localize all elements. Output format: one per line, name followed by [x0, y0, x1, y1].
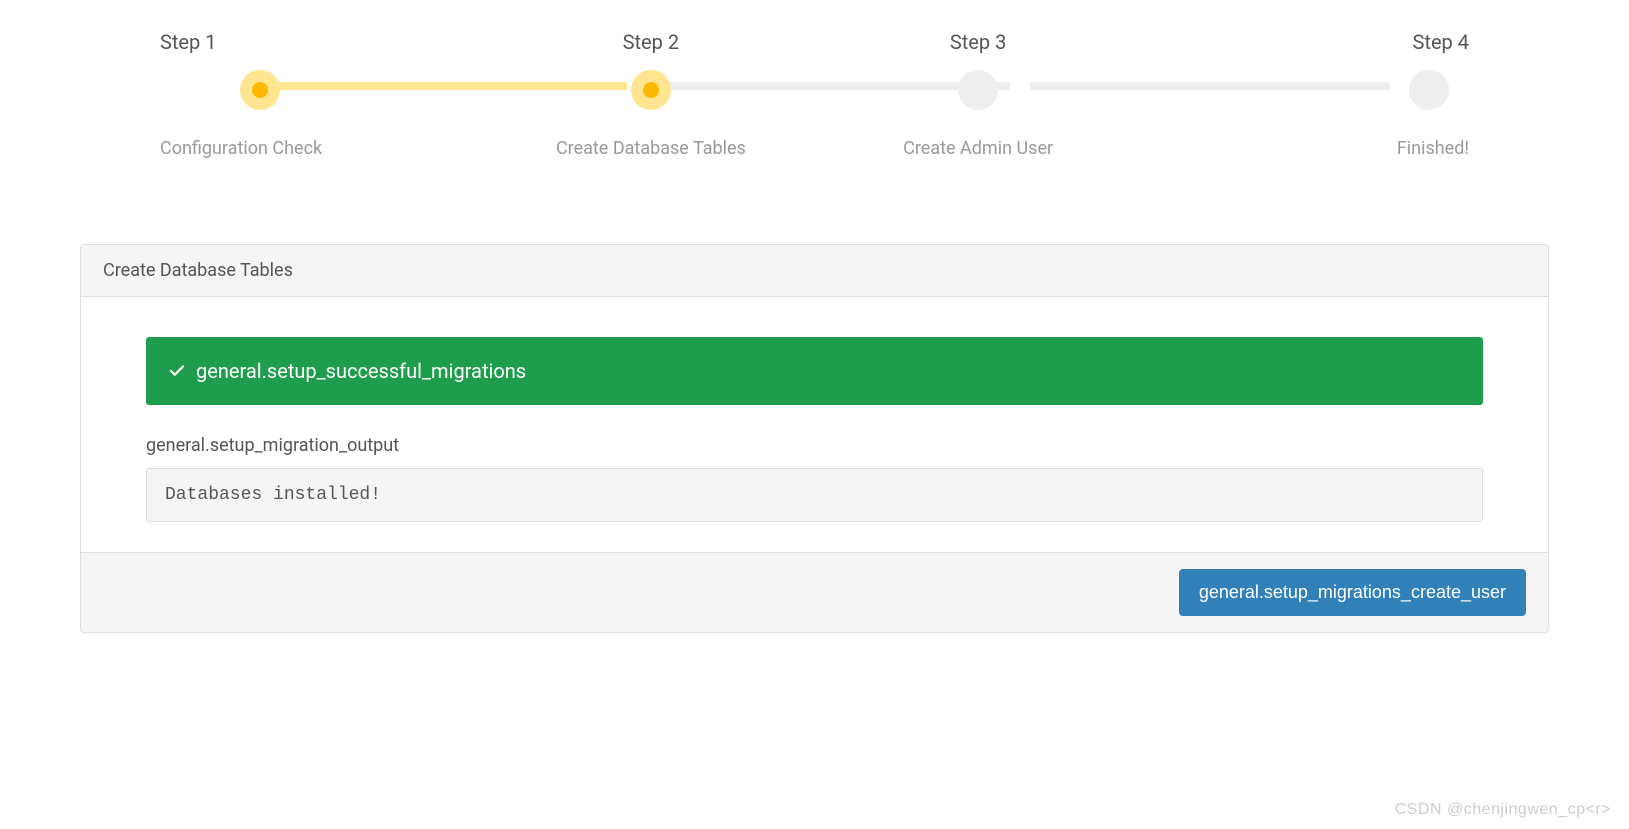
- next-create-user-button[interactable]: general.setup_migrations_create_user: [1179, 569, 1526, 616]
- step-desc: Create Database Tables: [556, 138, 746, 159]
- step-title: Step 3: [950, 30, 1006, 54]
- step-3[interactable]: Step 3 Create Admin User: [815, 30, 1142, 159]
- step-title: Step 2: [623, 30, 679, 54]
- output-box: Databases installed!: [146, 468, 1483, 522]
- check-icon: [168, 362, 186, 380]
- step-desc: Create Admin User: [903, 138, 1053, 159]
- step-title: Step 4: [1413, 30, 1469, 54]
- setup-panel: Create Database Tables general.setup_suc…: [80, 244, 1549, 633]
- stepper: Step 1 Configuration Check Step 2 Create…: [0, 0, 1629, 159]
- panel-body: general.setup_successful_migrations gene…: [81, 297, 1548, 552]
- panel-header: Create Database Tables: [81, 245, 1548, 297]
- alert-message: general.setup_successful_migrations: [196, 359, 526, 383]
- step-circle-icon: [631, 70, 671, 110]
- step-desc: Configuration Check: [160, 138, 322, 159]
- step-1[interactable]: Step 1 Configuration Check: [160, 30, 487, 159]
- step-4[interactable]: Step 4 Finished!: [1142, 30, 1469, 159]
- step-circle-icon: [1409, 70, 1449, 110]
- success-alert: general.setup_successful_migrations: [146, 337, 1483, 405]
- watermark: CSDN @chenjingwen_cp<r>: [1395, 801, 1611, 819]
- panel-footer: general.setup_migrations_create_user: [81, 552, 1548, 632]
- step-circle-icon: [240, 70, 280, 110]
- step-2[interactable]: Step 2 Create Database Tables: [487, 30, 814, 159]
- step-circle-icon: [958, 70, 998, 110]
- step-title: Step 1: [160, 30, 216, 54]
- output-label: general.setup_migration_output: [146, 435, 1483, 456]
- step-desc: Finished!: [1397, 138, 1469, 159]
